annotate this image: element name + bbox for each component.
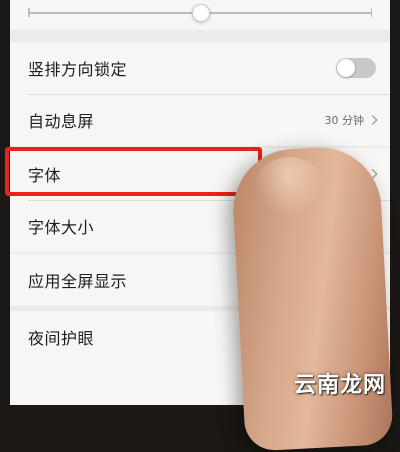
chevron-right-icon xyxy=(367,115,378,125)
watermark-logo: 云南龙网 xyxy=(293,373,386,398)
brightness-group xyxy=(10,0,390,30)
brightness-slider-thumb[interactable] xyxy=(192,4,210,22)
slider-tick-right xyxy=(370,8,372,17)
font-size-label: 字体大小 xyxy=(28,218,95,237)
fullscreen-apps-label: 应用全屏显示 xyxy=(28,272,128,291)
fingernail xyxy=(252,155,326,219)
portrait-lock-row[interactable]: 竖排方向锁定 xyxy=(10,42,390,94)
night-mode-label: 夜间护眼 xyxy=(28,329,95,348)
auto-sleep-label: 自动息屏 xyxy=(28,112,95,131)
highlight-box xyxy=(5,147,262,196)
auto-sleep-row[interactable]: 自动息屏 30 分钟 xyxy=(10,94,390,146)
auto-sleep-value: 30 分钟 xyxy=(324,114,365,127)
pointing-finger xyxy=(230,144,394,452)
slider-tick-left xyxy=(28,8,30,17)
toggle-knob xyxy=(337,59,355,77)
display-group: 竖排方向锁定 自动息屏 30 分钟 xyxy=(10,42,390,146)
portrait-lock-label: 竖排方向锁定 xyxy=(28,60,128,79)
portrait-lock-toggle[interactable] xyxy=(336,58,376,78)
brightness-slider[interactable] xyxy=(28,4,372,22)
